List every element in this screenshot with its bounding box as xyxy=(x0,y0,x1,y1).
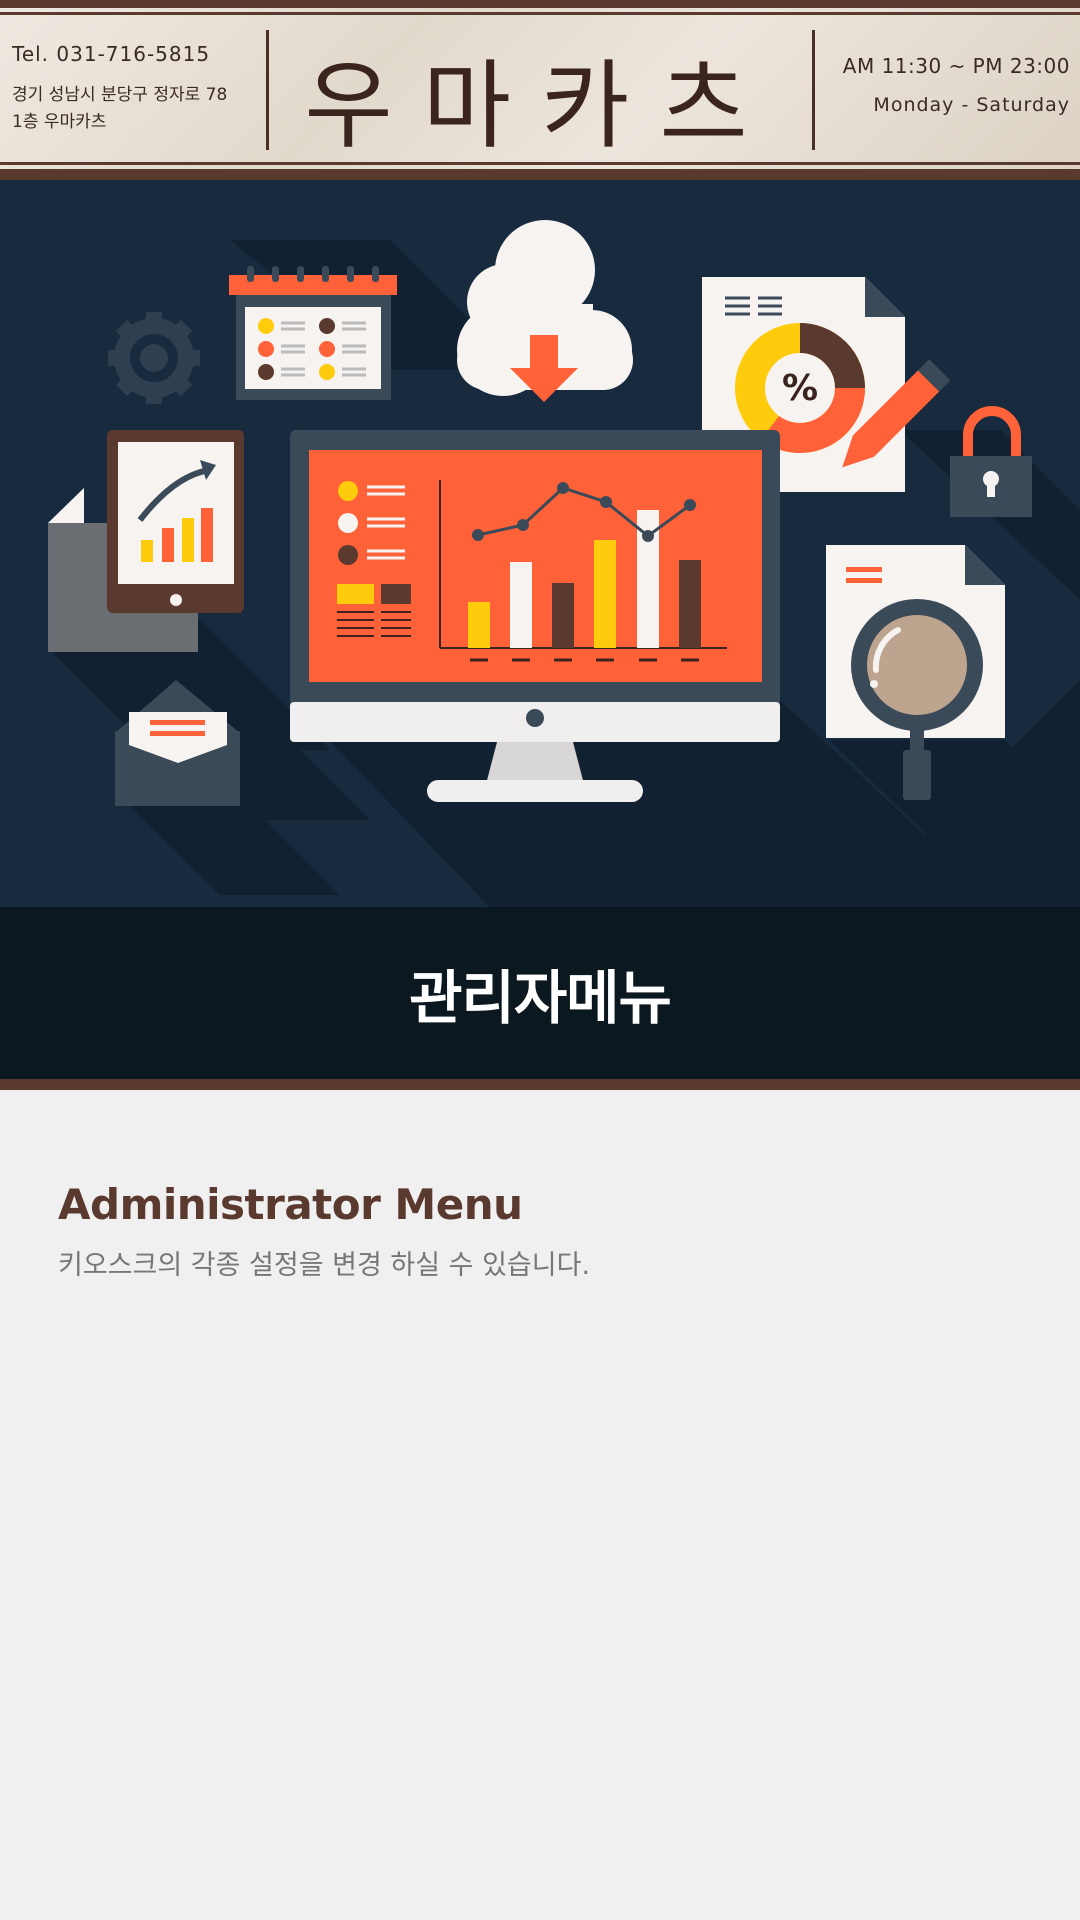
header-divider-right xyxy=(812,30,815,150)
banner-divider xyxy=(0,1079,1080,1090)
admin-menu-section: Administrator Menu 키오스크의 각종 설정을 변경 하실 수 … xyxy=(58,1180,590,1282)
store-address: 경기 성남시 분당구 정자로 78 1층 우마카츠 xyxy=(12,82,227,136)
banner-title: 관리자메뉴 xyxy=(409,964,672,1032)
header-top-stripe xyxy=(0,0,1080,8)
tablet-chart-icon xyxy=(107,430,244,613)
admin-dashboard-illustration: % xyxy=(48,220,1080,907)
store-address-line1: 경기 성남시 분당구 정자로 78 xyxy=(12,85,228,105)
store-address-line2: 1층 우마카츠 xyxy=(12,112,107,132)
gear-icon xyxy=(108,312,200,404)
opening-hours: AM 11:30 ~ PM 23:00 xyxy=(842,54,1070,78)
store-contact: Tel. 031-716-5815 경기 성남시 분당구 정자로 78 1층 우… xyxy=(12,42,227,136)
header-top-line xyxy=(0,12,1080,15)
page-description: 키오스크의 각종 설정을 변경 하실 수 있습니다. xyxy=(58,1250,591,1281)
store-phone: Tel. 031-716-5815 xyxy=(12,42,211,66)
percent-label: % xyxy=(782,368,818,409)
header-bottom-stripe xyxy=(0,169,1080,180)
page-banner: 관리자메뉴 xyxy=(0,907,1080,1079)
hero-illustration: % xyxy=(0,180,1080,907)
lock-icon xyxy=(950,406,1032,517)
brand-name: 우마카츠 xyxy=(304,50,778,162)
cloud-download-icon xyxy=(457,220,633,402)
page-title: Administrator Menu xyxy=(58,1180,523,1229)
opening-days: Monday - Saturday xyxy=(873,94,1070,116)
header-divider-left xyxy=(266,30,269,150)
store-hours: AM 11:30 ~ PM 23:00 Monday - Saturday xyxy=(843,54,1070,116)
calendar-icon xyxy=(229,266,397,400)
store-header: Tel. 031-716-5815 경기 성남시 분당구 정자로 78 1층 우… xyxy=(0,0,1080,180)
